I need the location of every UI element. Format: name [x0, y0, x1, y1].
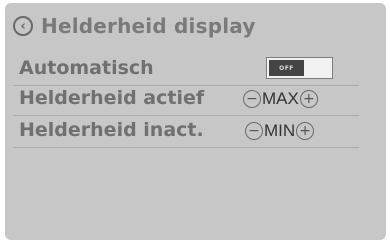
setting-label: Helderheid inact. [19, 119, 204, 141]
minus-icon[interactable]: − [243, 90, 261, 108]
setting-row-actief: Helderheid actief − MAX + [13, 85, 359, 116]
setting-label: Automatisch [19, 57, 154, 79]
minus-icon[interactable]: − [245, 122, 263, 140]
auto-toggle[interactable]: OFF [266, 57, 333, 79]
setting-row-inactief: Helderheid inact. − MIN + [13, 117, 359, 148]
screen-panel: ‹ Helderheid display Automatisch OFF Hel… [5, 3, 386, 240]
setting-label: Helderheid actief [19, 87, 205, 109]
toggle-off-indicator: OFF [269, 60, 304, 76]
plus-icon[interactable]: + [296, 122, 315, 140]
setting-row-automatisch: Automatisch OFF [13, 55, 359, 86]
stepper-value: MAX [262, 89, 299, 108]
header: ‹ Helderheid display [13, 11, 256, 41]
plus-icon[interactable]: + [299, 90, 318, 108]
brightness-active-stepper: − MAX + [243, 89, 318, 109]
page-title: Helderheid display [41, 14, 256, 38]
back-icon[interactable]: ‹ [13, 16, 33, 36]
brightness-inactive-stepper: − MIN + [245, 121, 315, 141]
stepper-value: MIN [264, 121, 296, 140]
